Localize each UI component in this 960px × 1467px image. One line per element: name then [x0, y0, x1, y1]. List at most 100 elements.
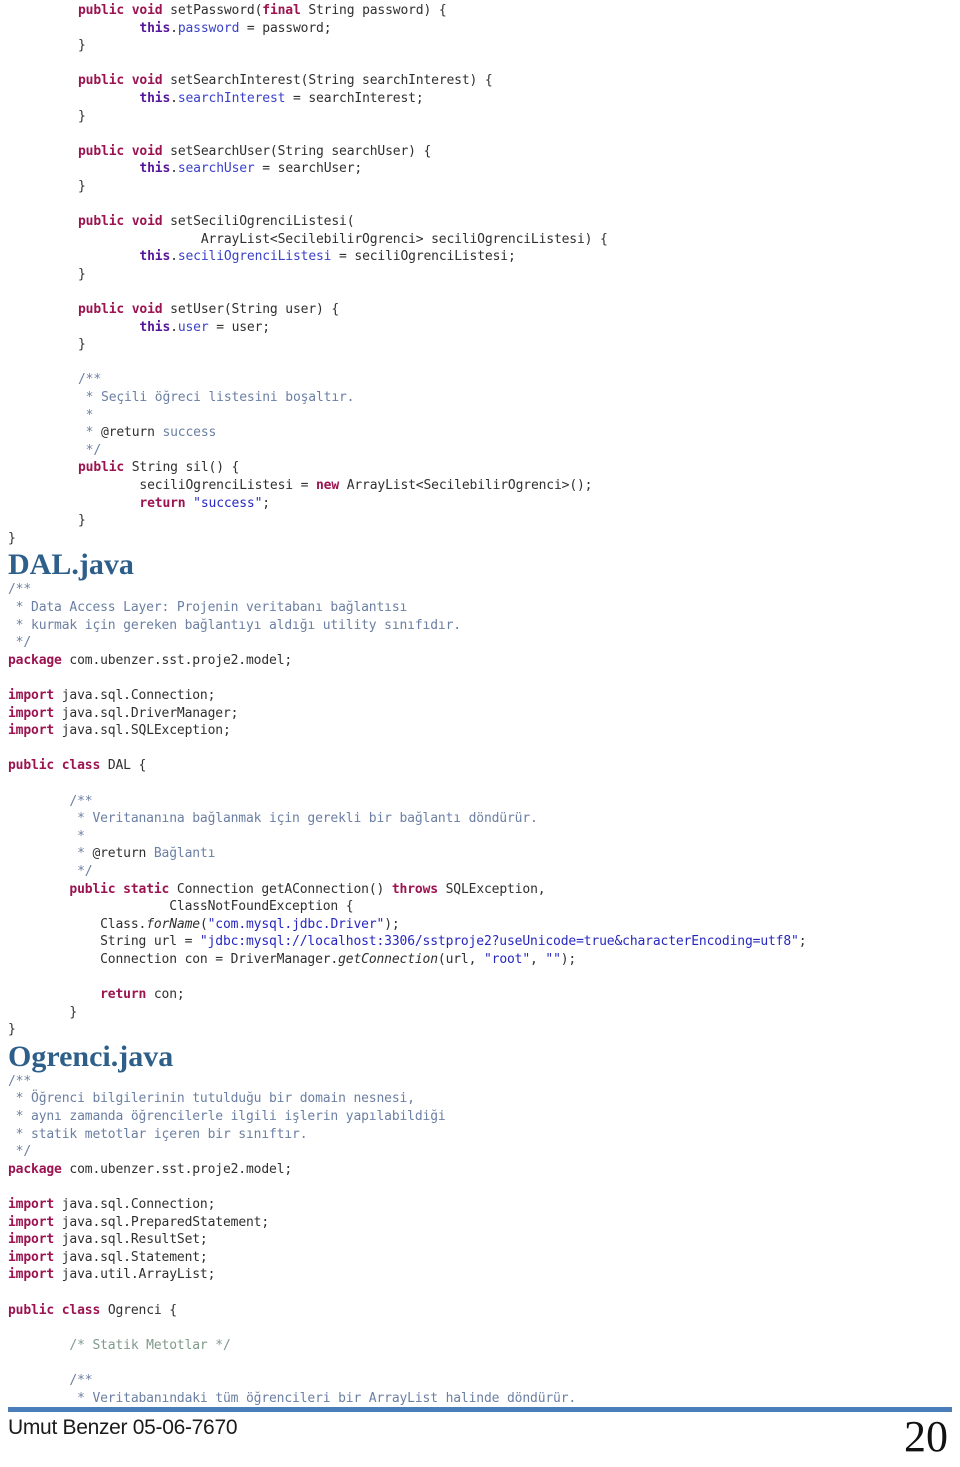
code-token: com.ubenzer.sst.proje2.model;	[69, 1161, 293, 1177]
code-token: java.sql.SQLException;	[61, 723, 231, 739]
code-line: public void setSeciliOgrenciListesi(	[78, 213, 952, 231]
code-line: }	[8, 1004, 952, 1022]
code-line: * Seçili öğreci listesini boşaltır.	[78, 389, 952, 407]
code-token: /**	[8, 793, 93, 809]
code-token: "jdbc:mysql://localhost:3306/sstproje2?u…	[199, 934, 799, 950]
code-token: "com.mysql.jdbc.Driver"	[207, 916, 385, 932]
code-line: import java.sql.Statement;	[8, 1249, 952, 1267]
code-line: * Veritananına bağlanmak için gerekli bi…	[8, 810, 952, 828]
code-line: */	[8, 863, 952, 881]
code-line: public class DAL {	[8, 757, 952, 775]
code-token: public	[78, 302, 132, 318]
code-token: }	[78, 266, 86, 282]
code-line: * statik metotlar içeren bir sınıftır.	[8, 1126, 952, 1144]
code-token: public	[69, 881, 124, 897]
code-line: Connection con = DriverManager.getConnec…	[8, 951, 952, 969]
code-block-close-dal-java: }	[8, 1021, 952, 1039]
code-token: import	[8, 723, 62, 739]
code-token: this	[139, 90, 171, 106]
file-heading-dal-java: DAL.java	[8, 548, 134, 582]
code-line: package com.ubenzer.sst.proje2.model;	[8, 652, 952, 670]
code-line: public void setPassword(final String pas…	[78, 2, 952, 20]
code-token: setPassword(	[170, 3, 263, 18]
document-page: public void setPassword(final String pas…	[0, 0, 960, 1467]
code-token: */	[8, 1144, 32, 1160]
code-token: java.sql.Statement;	[61, 1249, 208, 1265]
code-token: }	[78, 513, 86, 529]
code-token: java.sql.Connection;	[61, 687, 216, 703]
code-token: java.util.ArrayList;	[61, 1267, 216, 1283]
code-line: import java.sql.ResultSet;	[8, 1231, 952, 1249]
code-token: }	[78, 178, 86, 194]
code-token: DAL {	[107, 758, 147, 774]
code-token: seciliOgrenciListesi	[177, 249, 332, 265]
code-line: */	[8, 1143, 952, 1161]
code-token: import	[8, 1232, 62, 1248]
code-line: * kurmak için gereken bağlantıyı aldığı …	[8, 617, 952, 635]
code-line: * Öğrenci bilgilerinin tutulduğu bir dom…	[8, 1090, 952, 1108]
code-token: * Veritabanındaki tüm öğrencileri bir Ar…	[8, 1390, 577, 1406]
code-line: */	[78, 442, 952, 460]
code-token: password	[177, 20, 240, 36]
code-line: import java.sql.Connection;	[8, 1196, 952, 1214]
code-token: String sil() {	[131, 460, 240, 476]
code-line: }	[78, 37, 952, 55]
code-token: this	[139, 319, 171, 335]
code-token: java.sql.PreparedStatement;	[61, 1214, 270, 1230]
code-token: /**	[8, 1073, 32, 1089]
code-line: }	[78, 178, 952, 196]
code-token: throws	[391, 881, 446, 897]
code-token: ;	[262, 495, 270, 511]
code-token: ClassNotFoundException {	[8, 899, 354, 915]
code-line: Class.forName("com.mysql.jdbc.Driver");	[8, 916, 952, 934]
code-token: }	[8, 1022, 16, 1038]
code-token: java.sql.ResultSet;	[61, 1232, 208, 1248]
code-line: /**	[8, 793, 952, 811]
code-section-ogrenci-java: Ogrenci.java/** * Öğrenci bilgilerinin t…	[8, 1040, 952, 1407]
page-footer: Umut Benzer 05-06-7670 20	[8, 1407, 952, 1463]
code-token: * Öğrenci bilgilerinin tutulduğu bir dom…	[8, 1091, 415, 1107]
code-token: * Veritananına bağlanmak için gerekli bi…	[8, 811, 538, 827]
code-section-dal-java: DAL.java/** * Data Access Layer: Projeni…	[8, 548, 952, 1038]
code-line: * @return Bağlantı	[8, 845, 952, 863]
code-token: * aynı zamanda öğrencilerle ilgili işler…	[8, 1109, 446, 1125]
code-line: this.user = user;	[78, 319, 952, 337]
code-line: this.searchUser = searchUser;	[78, 160, 952, 178]
code-token: }	[78, 337, 86, 353]
code-line: public void setUser(String user) {	[78, 301, 952, 319]
code-line: /**	[8, 1073, 952, 1091]
code-token: Ogrenci {	[107, 1302, 177, 1318]
code-line: public String sil() {	[78, 459, 952, 477]
code-line: this.searchInterest = searchInterest;	[78, 90, 952, 108]
code-token: *	[78, 407, 94, 423]
code-token: .	[170, 90, 178, 106]
code-line: import java.util.ArrayList;	[8, 1266, 952, 1284]
code-token: ArrayList<SecilebilirOgrenci>();	[346, 478, 593, 494]
code-token: com.ubenzer.sst.proje2.model;	[69, 652, 293, 668]
code-token: setUser(String user) {	[170, 302, 340, 318]
code-token: = searchInterest;	[285, 90, 424, 106]
code-token: static	[123, 881, 177, 897]
code-token: */	[8, 863, 93, 879]
code-token: setSearchUser(String searchUser) {	[170, 143, 432, 159]
code-line: import java.sql.Connection;	[8, 687, 952, 705]
code-token: return	[139, 495, 194, 511]
code-token: import	[8, 705, 62, 721]
code-token: "success"	[193, 495, 263, 511]
code-token: = seciliOgrenciListesi;	[331, 249, 516, 265]
code-token: .	[170, 249, 178, 265]
code-block-setters-tail: public void setPassword(final String pas…	[78, 2, 952, 530]
code-token: .	[170, 161, 178, 177]
code-token: package	[8, 652, 70, 668]
code-token: class	[61, 1302, 108, 1318]
code-line: return "success";	[78, 495, 952, 513]
code-token: String password) {	[308, 3, 447, 18]
code-line: /**	[8, 1372, 952, 1390]
code-token: );	[560, 951, 577, 967]
